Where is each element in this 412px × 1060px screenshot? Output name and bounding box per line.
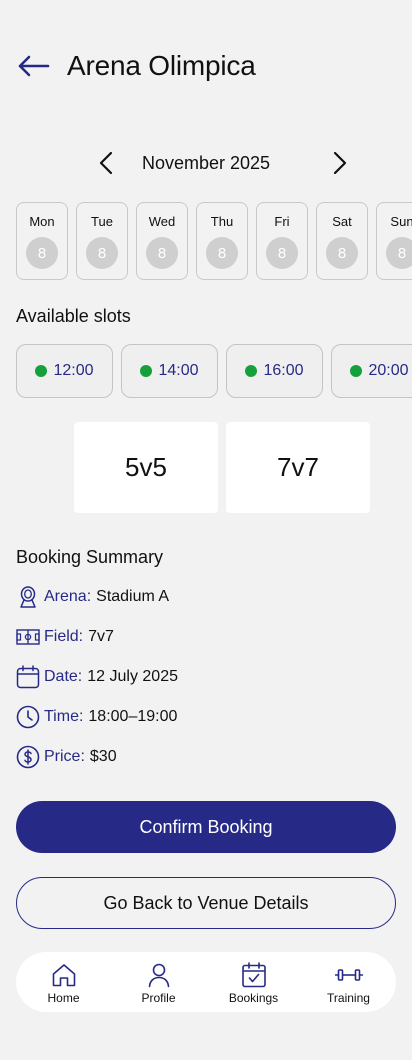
chevron-left-icon <box>99 151 113 175</box>
summary-row-date: Date: 12 July 2025 <box>16 664 178 690</box>
summary-key: Time: <box>44 708 84 725</box>
format-selector: 5v5 7v7 <box>74 422 370 513</box>
day-name: Fri <box>274 214 290 229</box>
day-name: Tue <box>91 214 113 229</box>
clock-icon <box>16 705 40 729</box>
chevron-right-icon <box>333 151 347 175</box>
nav-item-profile[interactable]: Profile <box>119 960 199 1005</box>
day-card[interactable]: Mon 8 <box>16 202 68 280</box>
day-name: Wed <box>148 214 176 229</box>
day-number: 8 <box>206 237 238 269</box>
day-name: Sun <box>390 214 412 229</box>
home-icon <box>51 960 77 988</box>
day-selector: Mon 8 Tue 8 Wed 8 Thu 8 Fri 8 Sat 8 Sun 8 <box>16 202 412 280</box>
available-dot-icon <box>245 365 258 377</box>
summary-row-price: Price: $30 <box>16 744 117 770</box>
summary-value: 18:00–19:00 <box>88 708 178 725</box>
summary-value: Stadium A <box>96 588 170 605</box>
profile-icon <box>146 960 172 988</box>
day-number: 8 <box>26 237 58 269</box>
summary-value: $30 <box>89 748 117 765</box>
training-icon <box>334 960 363 988</box>
nav-label: Home <box>47 990 80 1005</box>
slot-time: 12:00 <box>53 362 94 379</box>
nav-label: Profile <box>141 990 176 1005</box>
page-title: Arena Olimpica <box>67 50 256 81</box>
time-slot[interactable]: 20:00 <box>331 344 412 398</box>
slot-time: 14:00 <box>158 362 199 379</box>
day-number: 8 <box>326 237 358 269</box>
previous-month-button[interactable] <box>94 151 118 175</box>
day-card[interactable]: Thu 8 <box>196 202 248 280</box>
month-label: November 2025 <box>141 152 271 173</box>
available-dot-icon <box>350 365 363 377</box>
available-slots-title: Available slots <box>16 306 131 326</box>
slot-list: 12:00 14:00 16:00 20:00 <box>16 344 412 398</box>
day-card[interactable]: Fri 8 <box>256 202 308 280</box>
summary-key: Arena: <box>44 588 92 605</box>
available-dot-icon <box>140 365 153 377</box>
nav-label: Bookings <box>228 990 279 1005</box>
day-name: Thu <box>210 214 234 229</box>
bottom-nav: Home Profile Bookings Training <box>16 952 396 1012</box>
field-icon <box>16 625 40 649</box>
bookings-icon <box>241 960 267 988</box>
summary-key: Date: <box>44 668 83 685</box>
day-number: 8 <box>146 237 178 269</box>
confirm-booking-button[interactable]: Confirm Booking <box>16 801 396 853</box>
available-dot-icon <box>35 365 48 377</box>
day-number: 8 <box>266 237 298 269</box>
back-to-venue-button[interactable]: Go Back to Venue Details <box>16 877 396 929</box>
next-month-button[interactable] <box>328 151 352 175</box>
day-number: 8 <box>386 237 412 269</box>
arrow-left-icon <box>18 55 50 77</box>
summary-row-field: Field: 7v7 <box>16 624 114 650</box>
nav-item-training[interactable]: Training <box>309 960 389 1005</box>
header: Arena Olimpica <box>16 44 396 88</box>
time-slot[interactable]: 14:00 <box>121 344 218 398</box>
dollar-icon <box>16 745 40 769</box>
summary-value: 7v7 <box>88 628 114 645</box>
stadium-icon <box>16 585 40 609</box>
day-name: Sat <box>332 214 352 229</box>
day-card[interactable]: Wed 8 <box>136 202 188 280</box>
booking-summary-title: Booking Summary <box>16 547 164 567</box>
day-name: Mon <box>29 214 55 229</box>
summary-row-time: Time: 18:00–19:00 <box>16 704 177 730</box>
nav-label: Training <box>327 990 370 1005</box>
summary-value: 12 July 2025 <box>87 668 178 685</box>
nav-item-bookings[interactable]: Bookings <box>214 960 294 1005</box>
slot-time: 20:00 <box>368 362 409 379</box>
format-option-5v5[interactable]: 5v5 <box>74 422 218 513</box>
summary-row-arena: Arena: Stadium A <box>16 584 169 610</box>
day-number: 8 <box>86 237 118 269</box>
summary-key: Field: <box>44 628 84 645</box>
slot-time: 16:00 <box>263 362 304 379</box>
day-card[interactable]: Tue 8 <box>76 202 128 280</box>
summary-key: Price: <box>44 748 85 765</box>
format-option-7v7[interactable]: 7v7 <box>226 422 370 513</box>
time-slot[interactable]: 12:00 <box>16 344 113 398</box>
calendar-icon <box>16 665 40 689</box>
month-navigator: November 2025 <box>0 146 412 180</box>
day-card[interactable]: Sun 8 <box>376 202 412 280</box>
nav-item-home[interactable]: Home <box>24 960 104 1005</box>
time-slot[interactable]: 16:00 <box>226 344 323 398</box>
back-button[interactable] <box>16 48 52 84</box>
day-card[interactable]: Sat 8 <box>316 202 368 280</box>
